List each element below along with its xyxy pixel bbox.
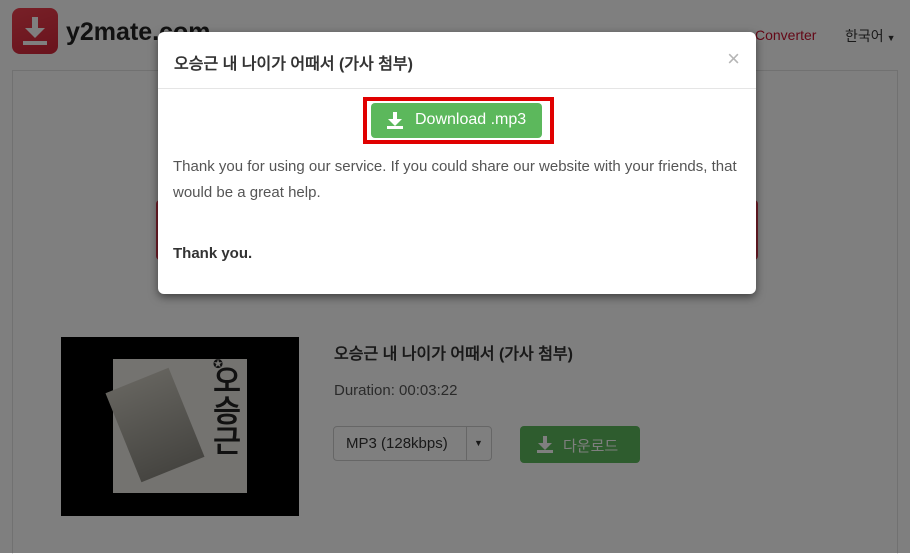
close-icon[interactable]: × <box>727 46 740 72</box>
download-mp3-label: Download .mp3 <box>415 111 527 128</box>
download-modal: 오승근 내 나이가 어때서 (가사 첨부) × Download .mp3 Th… <box>158 32 756 294</box>
modal-thanks: Thank you. <box>173 245 253 262</box>
modal-message: Thank you for using our service. If you … <box>173 158 737 201</box>
modal-header: 오승근 내 나이가 어때서 (가사 첨부) × <box>158 32 756 89</box>
modal-title: 오승근 내 나이가 어때서 (가사 첨부) <box>174 56 413 73</box>
download-arrow-icon <box>387 112 403 129</box>
download-mp3-button[interactable]: Download .mp3 <box>371 103 542 138</box>
